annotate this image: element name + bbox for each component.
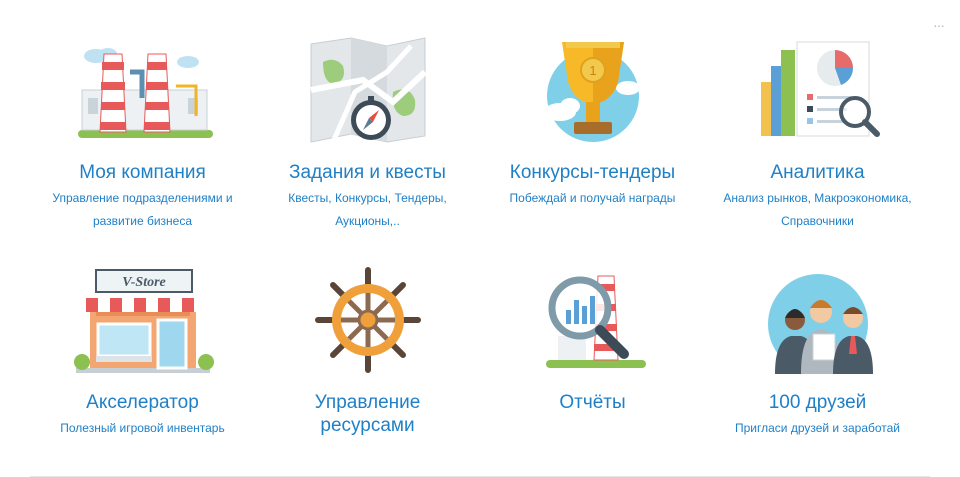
card-accelerator[interactable]: V-Store Акселератор Полезный игровой инв…: [30, 260, 255, 475]
team-people-icon: [767, 274, 873, 374]
card-my-company[interactable]: Моя компания Управление подразделениями …: [30, 28, 255, 260]
store-sign-text: V-Store: [122, 275, 166, 290]
card-title[interactable]: Задания и квесты: [269, 161, 466, 184]
card-title[interactable]: Аналитика: [750, 161, 884, 184]
card-description: Побеждай и получай награды: [509, 191, 676, 205]
ship-wheel-icon: [314, 267, 421, 373]
reports-magnifier-icon: [545, 275, 646, 368]
card-description: Полезный игровой инвентарь: [60, 421, 225, 435]
card-analytics[interactable]: Аналитика Анализ рынков, Макроэкономика,…: [705, 28, 930, 260]
card-title[interactable]: Акселератор: [66, 391, 219, 414]
more-menu-icon[interactable]: ···: [933, 18, 945, 32]
card-description: Анализ рынков, Макроэкономика, Справочни…: [723, 191, 912, 228]
card-description: Квесты, Конкурсы, Тендеры, Аукционы,..: [288, 191, 447, 228]
card-title[interactable]: Отчёты: [539, 391, 645, 414]
card-reports[interactable]: Отчёты: [480, 260, 705, 475]
card-title[interactable]: 100 друзей: [749, 391, 887, 414]
trophy-icon: 1: [543, 42, 640, 142]
svg-text:1: 1: [589, 63, 596, 78]
factory-icon: [77, 48, 213, 138]
card-description: Управление подразделениями и развитие би…: [52, 191, 233, 228]
card-tenders[interactable]: 1 Конкурсы-тендеры Побеждай и получай на…: [480, 28, 705, 260]
store-icon: V-Store: [73, 269, 214, 373]
card-friends[interactable]: 100 друзей Пригласи друзей и заработай: [705, 260, 930, 475]
map-compass-icon: [309, 37, 427, 144]
modules-grid: Моя компания Управление подразделениями …: [30, 28, 930, 475]
card-title[interactable]: Управление ресурсами: [255, 391, 480, 437]
card-description: Пригласи друзей и заработай: [734, 421, 901, 435]
card-title[interactable]: Моя компания: [59, 161, 226, 184]
card-title[interactable]: Конкурсы-тендеры: [490, 161, 695, 184]
analytics-report-icon: [760, 41, 880, 137]
card-resources[interactable]: Управление ресурсами: [255, 260, 480, 475]
card-quests[interactable]: Задания и квесты Квесты, Конкурсы, Тенде…: [255, 28, 480, 260]
